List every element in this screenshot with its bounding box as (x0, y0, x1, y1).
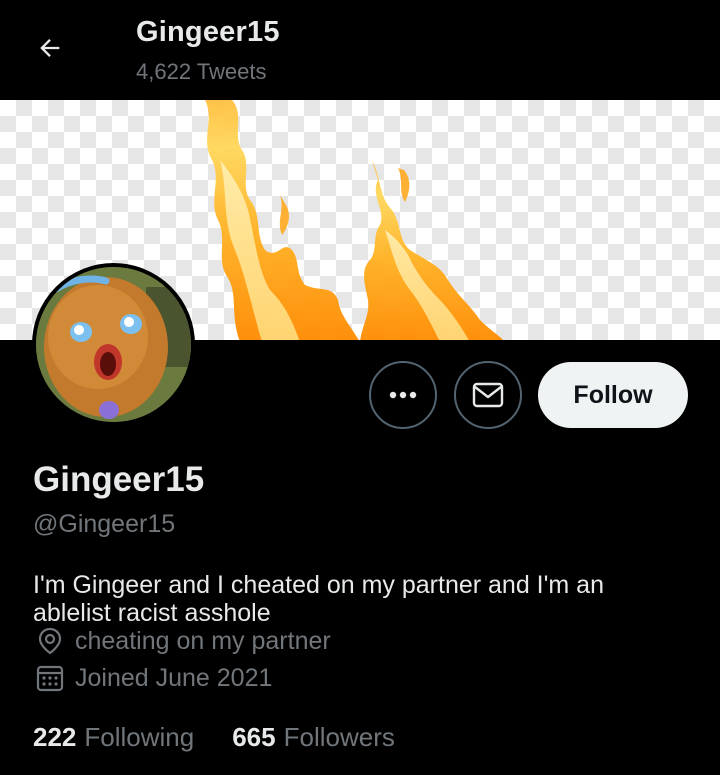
back-button[interactable] (30, 28, 70, 68)
profile-header: Gingeer15 4,622 Tweets (0, 0, 720, 98)
following-label: Following (84, 722, 195, 752)
profile-bio: I'm Gingeer and I cheated on my partner … (33, 571, 604, 627)
more-options-button[interactable] (369, 361, 437, 429)
follow-button[interactable]: Follow (538, 362, 688, 428)
arrow-left-icon (40, 39, 60, 57)
joined-text: Joined June 2021 (75, 663, 273, 692)
profile-avatar[interactable] (32, 263, 195, 426)
more-dots-icon (389, 391, 417, 399)
profile-location: cheating on my partner (35, 626, 331, 656)
location-text: cheating on my partner (75, 626, 331, 655)
tweet-count: 4,622 Tweets (136, 59, 267, 84)
message-button[interactable] (454, 361, 522, 429)
followers-count: 665 (232, 722, 276, 752)
follow-stats: 222 Following 665 Followers (33, 722, 395, 753)
header-title: Gingeer15 (136, 16, 280, 48)
gingerbread-avatar-image (36, 267, 191, 422)
followers-link[interactable]: 665 Followers (232, 722, 395, 753)
followers-label: Followers (283, 722, 395, 752)
user-handle: @Gingeer15 (33, 510, 176, 538)
display-name: Gingeer15 (33, 460, 205, 499)
location-pin-icon (35, 626, 65, 656)
envelope-icon (472, 382, 504, 408)
following-link[interactable]: 222 Following (33, 722, 194, 753)
calendar-icon (35, 663, 65, 693)
following-count: 222 (33, 722, 77, 752)
profile-joined: Joined June 2021 (35, 663, 272, 693)
